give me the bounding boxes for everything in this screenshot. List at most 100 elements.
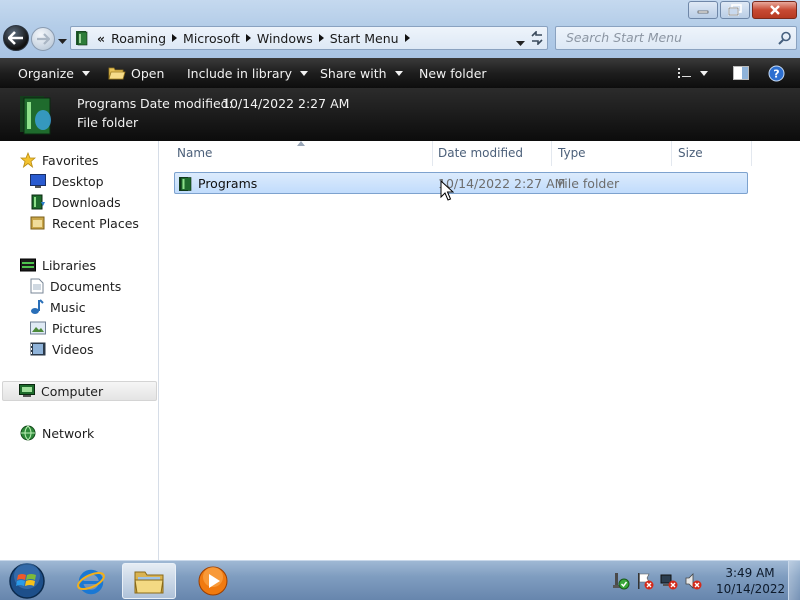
chevron-down-icon — [394, 70, 403, 76]
view-options-icon — [678, 68, 691, 78]
chevron-down-icon — [82, 70, 90, 76]
breadcrumb-windows[interactable]: Windows — [257, 31, 313, 46]
nav-downloads[interactable]: Downloads — [30, 192, 121, 212]
computer-icon — [19, 384, 35, 397]
nav-recent-places-label: Recent Places — [52, 215, 139, 231]
details-item-type: File folder — [77, 115, 139, 130]
recent-places-icon — [30, 216, 45, 230]
nav-network[interactable]: Network — [20, 423, 94, 443]
star-icon — [20, 152, 36, 168]
address-bar[interactable]: « Roaming Microsoft Windows Start Menu — [70, 26, 548, 50]
nav-music-label: Music — [50, 299, 86, 315]
nav-libraries[interactable]: Libraries — [20, 255, 96, 275]
details-date-label: Date modified: — [140, 96, 233, 111]
nav-videos[interactable]: Videos — [30, 339, 94, 359]
system-tray — [612, 572, 702, 590]
restore-icon — [728, 4, 742, 16]
nav-music[interactable]: Music — [30, 297, 86, 317]
back-arrow-icon — [8, 31, 23, 45]
nav-recent-places[interactable]: Recent Places — [30, 213, 139, 233]
back-button[interactable] — [3, 25, 29, 51]
forward-button[interactable] — [31, 27, 55, 51]
minimize-button[interactable] — [688, 1, 718, 19]
search-icon[interactable] — [778, 31, 792, 45]
breadcrumb-microsoft[interactable]: Microsoft — [183, 31, 240, 46]
windows-logo-icon — [9, 563, 45, 599]
desktop-icon — [30, 174, 46, 188]
flag-error-icon[interactable] — [636, 572, 654, 590]
column-header-size-label: Size — [678, 146, 703, 160]
column-header-name[interactable]: Name — [171, 141, 433, 166]
nav-videos-label: Videos — [52, 341, 94, 357]
nav-favorites[interactable]: Favorites — [20, 150, 98, 170]
refresh-icon — [531, 30, 543, 46]
column-header-name-label: Name — [177, 146, 213, 160]
change-view-button[interactable] — [678, 58, 708, 88]
open-button[interactable]: Open — [108, 58, 164, 88]
action-center-icon[interactable] — [612, 572, 630, 590]
navigation-pane: Favorites Desktop Downloads Recent Place… — [0, 141, 159, 560]
details-item-name: Programs — [77, 96, 137, 111]
network-icon — [20, 425, 36, 441]
start-button[interactable] — [7, 562, 47, 600]
taskbar-windows-explorer[interactable] — [122, 563, 176, 599]
nav-desktop[interactable]: Desktop — [30, 171, 104, 191]
nav-documents[interactable]: Documents — [30, 276, 121, 296]
preview-pane-icon — [733, 66, 749, 80]
forward-arrow-icon — [37, 33, 50, 45]
taskbar: 3:49 AM 10/14/2022 — [0, 560, 800, 600]
new-folder-button[interactable]: New folder — [419, 58, 487, 88]
folder-icon — [20, 96, 51, 135]
taskbar-internet-explorer[interactable] — [64, 563, 118, 599]
nav-computer[interactable]: Computer — [2, 381, 157, 401]
show-desktop-button[interactable] — [788, 561, 800, 600]
title-bar: « Roaming Microsoft Windows Start Menu S… — [0, 0, 800, 58]
details-date-value: 10/14/2022 2:27 AM — [222, 96, 350, 111]
share-with-label: Share with — [320, 65, 387, 81]
documents-icon — [30, 278, 44, 294]
preview-pane-button[interactable] — [733, 58, 749, 88]
column-header-type[interactable]: Type — [552, 141, 672, 166]
column-header-size[interactable]: Size — [672, 141, 752, 166]
organize-button[interactable]: Organize — [18, 58, 90, 88]
organize-label: Organize — [18, 65, 74, 81]
search-input[interactable]: Search Start Menu — [555, 26, 797, 50]
maximize-button[interactable] — [720, 1, 750, 19]
chevron-down-icon — [58, 39, 67, 44]
open-folder-icon — [108, 67, 126, 80]
close-icon — [769, 5, 780, 15]
downloads-folder-icon — [31, 194, 45, 210]
close-button[interactable] — [752, 1, 797, 19]
chevron-down-icon — [516, 41, 525, 46]
folder-icon — [179, 177, 192, 191]
table-row[interactable]: Programs 10/14/2022 2:27 AM File folder — [174, 172, 748, 194]
taskbar-media-player[interactable] — [186, 563, 240, 599]
chevron-right-icon[interactable] — [318, 34, 324, 42]
chevron-right-icon[interactable] — [404, 34, 410, 42]
column-header-date-modified[interactable]: Date modified — [432, 141, 552, 166]
taskbar-clock[interactable]: 3:49 AM 10/14/2022 — [716, 565, 786, 597]
chevron-right-icon[interactable] — [245, 34, 251, 42]
breadcrumb-start-menu[interactable]: Start Menu — [330, 31, 399, 46]
internet-explorer-icon — [77, 569, 105, 595]
network-error-icon[interactable] — [660, 572, 678, 590]
windows-explorer-icon — [134, 571, 164, 594]
breadcrumb-overflow[interactable]: « — [97, 31, 105, 46]
folder-icon — [76, 31, 88, 46]
refresh-button[interactable] — [529, 30, 545, 48]
file-list: Name Date modified Type Size Programs 10… — [160, 141, 800, 560]
chevron-right-icon[interactable] — [172, 34, 178, 42]
volume-muted-icon[interactable] — [684, 572, 702, 590]
new-folder-label: New folder — [419, 65, 487, 81]
share-with-button[interactable]: Share with — [320, 58, 403, 88]
clock-time: 3:49 AM — [725, 566, 775, 580]
clock-date: 10/14/2022 — [716, 582, 786, 596]
nav-pictures[interactable]: Pictures — [30, 318, 102, 338]
window-controls — [688, 1, 797, 19]
include-in-library-button[interactable]: Include in library — [187, 58, 309, 88]
chevron-down-icon — [300, 70, 309, 76]
breadcrumb-roaming[interactable]: Roaming — [111, 31, 166, 46]
address-history-dropdown[interactable] — [516, 35, 525, 50]
recent-pages-button[interactable] — [58, 34, 67, 48]
help-button[interactable]: ? — [768, 58, 785, 88]
